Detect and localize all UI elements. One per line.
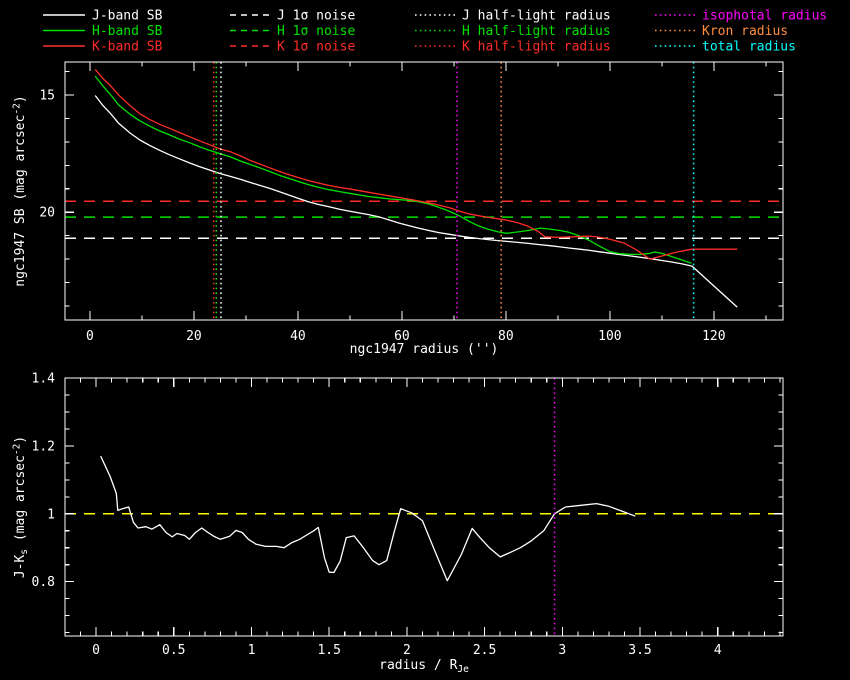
x-tick-label: 2.5 — [473, 643, 496, 658]
x-tick-label: 20 — [186, 329, 202, 344]
x-tick-label: 4 — [714, 643, 722, 658]
x-tick-label: 120 — [702, 329, 725, 344]
x-tick-label: 1 — [248, 643, 256, 658]
label-text: ngc1947 radius ('') — [350, 342, 499, 357]
legend-item-j-noise: J 1σ noise — [230, 9, 355, 24]
panel-1-x-axis-title: radius / RJe — [379, 658, 469, 675]
legend-item-k-band-sb: K-band SB — [43, 40, 163, 55]
legend-item-label: K-band SB — [92, 40, 163, 55]
plots-svg: 0 20 40 60 80 100 1201520ngc1947 radius ('')ng… — [12, 9, 828, 676]
panel-frame — [64, 61, 784, 321]
superscript: -2 — [12, 103, 23, 114]
series-h-band-sb — [94, 75, 692, 264]
label-text: ) — [13, 95, 28, 103]
panel-surface-brightness-profile: 0 20 40 60 80 100 1201520ngc1947 radius ('')ng… — [12, 61, 784, 357]
y-tick-label: 15 — [39, 89, 55, 104]
legend-item-label: total radius — [702, 40, 796, 55]
x-tick-label: 0.5 — [162, 643, 185, 658]
legend-item-total-radius: total radius — [655, 40, 796, 55]
legend-item-label: Kron radius — [702, 24, 788, 39]
panel-j-minus-ks-color-profile: 0 0.5 1 1.5 2 2.5 3 3.5 40.811.21.4radius / RJeJ… — [12, 372, 784, 675]
legend-item-k-half-light: K half-light radius — [415, 40, 611, 55]
label-text: (mag arcsec — [13, 455, 28, 549]
subscript: Je — [457, 664, 469, 675]
label-text: J-K — [13, 555, 28, 579]
legend-item-label: J-band SB — [92, 9, 163, 24]
plot-canvas: 0 20 40 60 80 100 120 15 20 ngc1947 radius ('') ng… — [0, 0, 850, 680]
x-tick-label: 1.5 — [317, 643, 340, 658]
label-text: radius / R — [379, 658, 457, 673]
legend-item-h-noise: H 1σ noise — [230, 24, 355, 39]
legend-item-j-half-light: J half-light radius — [415, 9, 611, 24]
legend-item-label: K half-light radius — [462, 40, 611, 55]
y-tick-label: 1.2 — [32, 439, 55, 454]
legend-item-label: isophotal radius — [702, 9, 827, 24]
x-tick-label: 100 — [598, 329, 621, 344]
legend-item-label: J 1σ noise — [277, 9, 355, 24]
legend-item-label: H-band SB — [92, 24, 163, 39]
x-tick-label: 40 — [290, 329, 306, 344]
legend: J-band SBH-band SBK-band SB J 1σ noiseH 1… — [43, 9, 827, 55]
legend-item-label: H half-light radius — [462, 24, 611, 39]
legend-item-kron-radius: Kron radius — [655, 24, 788, 39]
label-text: ngc1947 SB (mag arcsec — [13, 115, 28, 287]
y-tick-label: 1 — [47, 507, 55, 522]
label-text: ) — [13, 436, 28, 444]
legend-item-label: J half-light radius — [462, 9, 611, 24]
legend-item-h-band-sb: H-band SB — [43, 24, 163, 39]
x-tick-label: 0 — [86, 329, 94, 344]
x-tick-label: 2 — [403, 643, 411, 658]
x-tick-label: 3 — [558, 643, 566, 658]
legend-item-isophotal-radius: isophotal radius — [655, 9, 827, 24]
x-tick-label: 80 — [498, 329, 514, 344]
superscript: -2 — [12, 444, 23, 455]
legend-item-label: K 1σ noise — [277, 40, 355, 55]
legend-item-label: H 1σ noise — [277, 24, 355, 39]
panel-1-y-axis-title: J-Ks (mag arcsec-2) — [12, 436, 31, 578]
legend-item-h-half-light: H half-light radius — [415, 24, 611, 39]
legend-item-j-band-sb: J-band SB — [43, 9, 163, 24]
y-tick-label: 20 — [39, 206, 55, 221]
y-tick-label: 1.4 — [32, 372, 56, 387]
legend-item-k-noise: K 1σ noise — [230, 40, 355, 55]
tick-marks — [65, 62, 783, 320]
panel-0-x-axis-title: ngc1947 radius ('') — [350, 342, 499, 357]
tick-marks — [64, 377, 783, 636]
y-tick-label: 0.8 — [32, 575, 55, 590]
x-tick-label: 3.5 — [628, 643, 651, 658]
x-tick-label: 0 — [92, 643, 100, 658]
panel-frame — [64, 377, 784, 637]
panel-0-y-axis-title: ngc1947 SB (mag arcsec-2) — [12, 95, 29, 286]
